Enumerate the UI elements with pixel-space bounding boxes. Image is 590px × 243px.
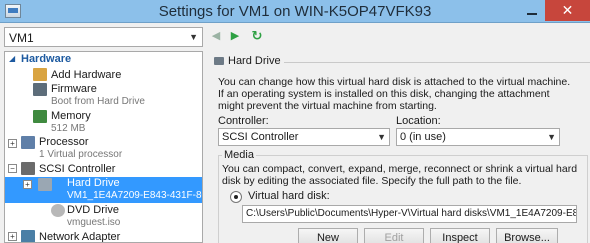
edit-button[interactable]: Edit xyxy=(364,228,424,243)
chevron-down-icon: ▼ xyxy=(547,132,556,142)
vhd-path-input[interactable]: C:\Users\Public\Documents\Hyper-V\Virtua… xyxy=(242,205,577,223)
controller-select-value: SCSI Controller xyxy=(222,131,299,143)
processor-icon xyxy=(21,136,35,149)
tree-item-label: Add Hardware xyxy=(51,69,122,81)
back-arrow-icon[interactable]: ◀ xyxy=(209,29,223,43)
minimize-button[interactable] xyxy=(519,0,545,21)
tree-item-memory[interactable]: Memory 512 MB xyxy=(5,110,202,136)
tree-item-add-hardware[interactable]: Add Hardware xyxy=(5,68,202,82)
hard-drive-icon xyxy=(38,178,52,191)
close-button[interactable]: ✕ xyxy=(545,0,590,21)
dvd-drive-icon xyxy=(51,204,65,217)
tree-item-detail: Boot from Hard Drive xyxy=(51,96,145,107)
tree-item-hard-drive[interactable]: + Hard Drive VM1_1E4A7209-E843-431F-80..… xyxy=(5,177,202,203)
inspect-button[interactable]: Inspect xyxy=(430,228,490,243)
window-title: Settings for VM1 on WIN-K5OP47VFK93 xyxy=(158,3,432,20)
firmware-icon xyxy=(33,83,47,96)
location-select[interactable]: 0 (in use) ▼ xyxy=(396,128,560,146)
hardware-tree: ◢ Hardware Add Hardware Firmware Boot fr… xyxy=(4,51,203,243)
settings-client-area: VM1 ▼ ◀ ▶ ↻ ◢ Hardware Add Hardware Firm… xyxy=(0,23,590,243)
panel-heading-label: Hard Drive xyxy=(228,55,281,67)
panel-heading: Hard Drive xyxy=(212,55,590,69)
title-bar: Settings for VM1 on WIN-K5OP47VFK93 ✕ xyxy=(0,0,590,23)
expand-icon[interactable]: + xyxy=(23,180,32,189)
tree-category-label: Hardware xyxy=(21,53,72,65)
tree-item-detail: vmguest.iso xyxy=(67,217,121,228)
vm-select[interactable]: VM1 ▼ xyxy=(4,27,203,47)
tree-category-hardware[interactable]: ◢ Hardware xyxy=(5,53,202,67)
media-description: You can compact, convert, expand, merge,… xyxy=(222,163,578,187)
tree-item-label: Memory xyxy=(51,110,91,122)
tree-item-detail: 1 Virtual processor xyxy=(39,149,123,160)
expand-icon[interactable]: + xyxy=(8,139,17,148)
controller-label: Controller: xyxy=(218,115,269,127)
tree-item-label: Processor xyxy=(39,136,89,148)
forward-arrow-icon[interactable]: ▶ xyxy=(228,29,242,43)
scsi-controller-icon xyxy=(21,162,35,175)
refresh-icon[interactable]: ↻ xyxy=(250,29,264,43)
controller-select[interactable]: SCSI Controller ▼ xyxy=(218,128,390,146)
location-label: Location: xyxy=(396,115,441,127)
location-select-value: 0 (in use) xyxy=(400,131,446,143)
add-hardware-icon xyxy=(33,68,47,81)
memory-icon xyxy=(33,110,47,123)
tree-item-label: Hard Drive xyxy=(67,177,120,189)
collapse-triangle-icon[interactable]: ◢ xyxy=(9,54,15,63)
chevron-down-icon: ▼ xyxy=(377,132,386,142)
heading-divider xyxy=(284,62,590,63)
tree-item-label: DVD Drive xyxy=(67,204,119,216)
expand-icon[interactable]: + xyxy=(8,232,17,241)
tree-item-label: Network Adapter xyxy=(39,231,121,243)
new-button[interactable]: New xyxy=(298,228,358,243)
vm-select-value: VM1 xyxy=(9,31,34,45)
tree-item-firmware[interactable]: Firmware Boot from Hard Drive xyxy=(5,83,202,109)
network-adapter-icon xyxy=(21,230,35,242)
tree-item-dvd-drive[interactable]: DVD Drive vmguest.iso xyxy=(5,204,202,230)
tree-item-label: Firmware xyxy=(51,83,97,95)
tree-item-processor[interactable]: + Processor 1 Virtual processor xyxy=(5,136,202,162)
tree-item-detail: VM1_1E4A7209-E843-431F-80... xyxy=(67,190,203,201)
tree-item-detail: 512 MB xyxy=(51,123,86,134)
tree-item-scsi-controller[interactable]: − SCSI Controller xyxy=(5,162,202,176)
attachment-description: You can change how this virtual hard dis… xyxy=(218,76,571,112)
tree-item-label: SCSI Controller xyxy=(39,163,116,175)
virtual-hard-disk-label: Virtual hard disk: xyxy=(248,190,330,202)
hard-drive-settings-panel: Hard Drive You can change how this virtu… xyxy=(208,51,590,243)
chevron-down-icon: ▼ xyxy=(189,32,198,42)
browse-button[interactable]: Browse... xyxy=(496,228,558,243)
collapse-icon[interactable]: − xyxy=(8,164,17,173)
tree-item-network-adapter[interactable]: + Network Adapter xyxy=(5,230,202,243)
virtual-hard-disk-radio[interactable] xyxy=(230,191,242,203)
hard-drive-icon xyxy=(214,57,224,65)
media-group-label: Media xyxy=(222,149,256,161)
